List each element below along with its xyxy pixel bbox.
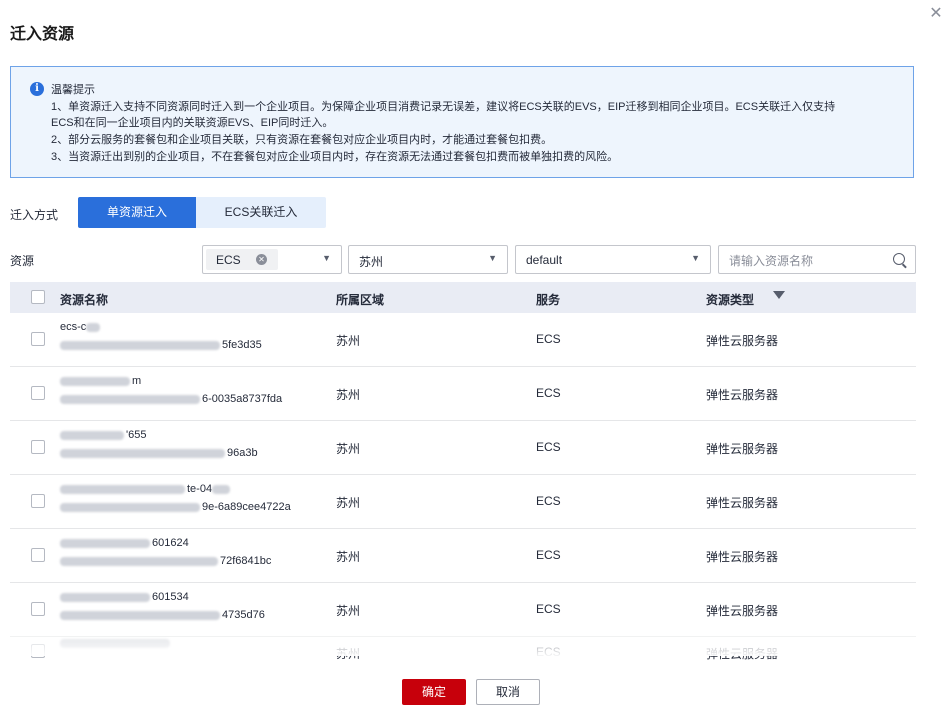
service-cell: ECS	[536, 386, 561, 400]
migration-mode-label: 迁入方式	[10, 208, 59, 222]
service-select[interactable]: ECS ✕ ▼	[202, 245, 342, 274]
notice-line: ECS和在同一企业项目内的关联资源EVS、EIP同时迁入。	[51, 117, 334, 129]
service-cell: ECS	[536, 602, 561, 616]
resource-name-line1: '655	[60, 429, 146, 441]
header-service: 服务	[536, 293, 561, 307]
table-row[interactable]: '655 96a3b 苏州 ECS 弹性云服务器	[10, 421, 916, 475]
tab-single-resource[interactable]: 单资源迁入	[78, 197, 196, 228]
chevron-down-icon: ▼	[322, 253, 331, 263]
row-checkbox[interactable]	[31, 332, 45, 346]
service-chip: ECS ✕	[206, 249, 278, 270]
header-resource-type: 资源类型	[706, 293, 755, 307]
row-checkbox[interactable]	[31, 494, 45, 508]
service-cell: ECS	[536, 494, 561, 508]
region-cell: 苏州	[336, 334, 361, 348]
service-cell: ECS	[536, 332, 561, 346]
project-value: default	[526, 253, 563, 267]
region-cell: 苏州	[336, 604, 361, 618]
notice-box: i 温馨提示 1、单资源迁入支持不同资源同时迁入到一个企业项目。为保障企业项目消…	[10, 66, 914, 178]
type-cell: 弹性云服务器	[706, 496, 779, 510]
notice-line: 1、单资源迁入支持不同资源同时迁入到一个企业项目。为保障企业项目消费记录无误差，…	[51, 101, 836, 113]
service-cell: ECS	[536, 548, 561, 562]
resource-label: 资源	[10, 254, 35, 268]
region-cell: 苏州	[336, 442, 361, 456]
filter-icon[interactable]	[773, 291, 785, 299]
search-box	[718, 245, 916, 274]
select-all-checkbox[interactable]	[31, 290, 45, 304]
header-region: 所属区域	[336, 293, 385, 307]
dialog-title: 迁入资源	[10, 26, 75, 43]
type-cell: 弹性云服务器	[706, 442, 779, 456]
resource-name-line1	[60, 637, 172, 649]
chevron-down-icon: ▼	[488, 253, 497, 263]
notice-title: 温馨提示	[51, 84, 95, 96]
type-cell: 弹性云服务器	[706, 388, 779, 402]
table-row[interactable]: m 6-0035a8737fda 苏州 ECS 弹性云服务器	[10, 367, 916, 421]
project-select[interactable]: default ▼	[515, 245, 711, 274]
resource-name-line2: 6-0035a8737fda	[60, 393, 282, 405]
table-row[interactable]: 601534 4735d76 苏州 ECS 弹性云服务器	[10, 583, 916, 637]
search-icon[interactable]	[893, 253, 905, 265]
info-icon: i	[30, 82, 44, 96]
resource-name-line1: te-04	[60, 483, 232, 495]
type-cell: 弹性云服务器	[706, 550, 779, 564]
table-row[interactable]: 苏州 ECS 弹性云服务器	[10, 637, 916, 667]
table-row[interactable]: ecs-c 5fe3d35 苏州 ECS 弹性云服务器	[10, 313, 916, 367]
region-cell: 苏州	[336, 496, 361, 510]
type-cell: 弹性云服务器	[706, 334, 779, 348]
resource-name-line2: 72f6841bc	[60, 555, 271, 567]
chip-remove-icon[interactable]: ✕	[256, 254, 267, 265]
region-cell: 苏州	[336, 647, 361, 661]
resource-name-line1: m	[60, 375, 141, 387]
service-chip-label: ECS	[216, 253, 241, 267]
header-resource-name: 资源名称	[60, 293, 109, 307]
type-cell: 弹性云服务器	[706, 604, 779, 618]
region-cell: 苏州	[336, 388, 361, 402]
resource-name-line2: 9e-6a89cee4722a	[60, 501, 291, 513]
resource-name-line1: 601624	[60, 537, 189, 549]
chevron-down-icon: ▼	[691, 253, 700, 263]
type-cell: 弹性云服务器	[706, 647, 779, 661]
notice-line: 3、当资源迁出到别的企业项目，不在套餐包对应企业项目内时，存在资源无法通过套餐包…	[51, 151, 619, 163]
service-cell: ECS	[536, 440, 561, 454]
resource-name-line2: 5fe3d35	[60, 339, 262, 351]
resource-name-line2: 4735d76	[60, 609, 265, 621]
row-checkbox[interactable]	[31, 386, 45, 400]
row-checkbox[interactable]	[31, 644, 45, 658]
resource-name-line1: 601534	[60, 591, 189, 603]
notice-line: 2、部分云服务的套餐包和企业项目关联，只有资源在套餐包对应企业项目内时，才能通过…	[51, 134, 553, 146]
confirm-button[interactable]: 确定	[402, 679, 466, 705]
row-checkbox[interactable]	[31, 548, 45, 562]
cancel-button[interactable]: 取消	[476, 679, 540, 705]
row-checkbox[interactable]	[31, 602, 45, 616]
close-icon[interactable]: ✕	[928, 6, 944, 22]
search-input[interactable]	[727, 250, 881, 271]
resource-name-line2: 96a3b	[60, 447, 258, 459]
region-select[interactable]: 苏州 ▼	[348, 245, 508, 274]
region-cell: 苏州	[336, 550, 361, 564]
resource-name-line1: ecs-c	[60, 321, 102, 333]
table-row[interactable]: te-04 9e-6a89cee4722a 苏州 ECS 弹性云服务器	[10, 475, 916, 529]
row-checkbox[interactable]	[31, 440, 45, 454]
table-row[interactable]: 601624 72f6841bc 苏州 ECS 弹性云服务器	[10, 529, 916, 583]
tab-ecs-associated[interactable]: ECS关联迁入	[196, 197, 326, 228]
region-value: 苏州	[359, 255, 384, 269]
service-cell: ECS	[536, 645, 561, 659]
